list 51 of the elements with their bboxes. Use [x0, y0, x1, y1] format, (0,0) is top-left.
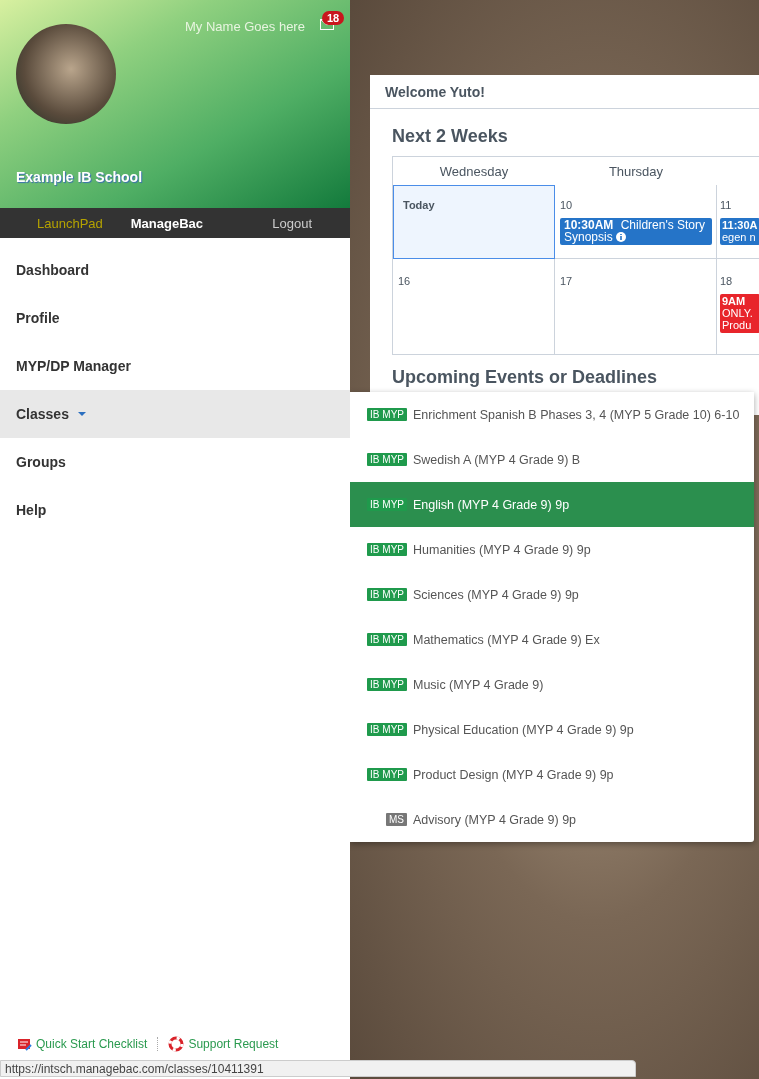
sidebar-item[interactable]: Groups — [0, 438, 350, 486]
nav-link[interactable]: ManageBac — [130, 215, 204, 231]
program-badge: IB MYP — [367, 678, 407, 691]
class-menu-item[interactable]: MS Advisory (MYP 4 Grade 9) 9p — [350, 797, 754, 842]
nav-link[interactable]: LaunchPad — [37, 215, 103, 231]
nav-link[interactable]: Logout — [272, 215, 312, 231]
class-menu-item[interactable]: IB MYP Mathematics (MYP 4 Grade 9) Ex — [350, 617, 754, 662]
info-icon[interactable] — [616, 232, 627, 242]
program-badge: IB MYP — [367, 723, 407, 736]
notification-count: 18 — [322, 11, 345, 25]
class-menu-item[interactable]: IB MYP English (MYP 4 Grade 9) 9p — [350, 482, 754, 527]
calendar-day[interactable]: 18 9AM ONLY. Produ — [717, 259, 759, 355]
lifebuoy-icon — [168, 1036, 185, 1052]
weekday-header: Thursday — [608, 163, 664, 179]
program-badge: IB MYP — [367, 543, 407, 556]
class-menu-item[interactable]: IB MYP Swedish A (MYP 4 Grade 9) B — [350, 437, 754, 482]
calendar-day[interactable]: 10 10:30AM Children's Story Synopsis — [555, 185, 717, 259]
calendar-day[interactable]: 16 — [393, 259, 555, 355]
program-badge: IB MYP — [367, 633, 407, 646]
section-title: Upcoming Events or Deadlines — [392, 368, 658, 386]
program-badge: IB MYP — [367, 768, 407, 781]
sidebar-item[interactable]: Help — [0, 486, 350, 534]
class-menu-item[interactable]: IB MYP Product Design (MYP 4 Grade 9) 9p — [350, 752, 754, 797]
weekday-header: Wednesday — [439, 163, 509, 179]
sidebar-item[interactable]: MYP/DP Manager — [0, 342, 350, 390]
calendar-day[interactable]: 11 11:30A egen n — [717, 185, 759, 259]
class-menu-item[interactable]: IB MYP Enrichment Spanish B Phases 3, 4 (MYP 5 Grade 10) 6-10 — [350, 392, 754, 437]
class-menu-item[interactable]: IB MYP Sciences (MYP 4 Grade 9) 9p — [350, 572, 754, 617]
card-title: Welcome Yuto! — [385, 83, 485, 100]
program-badge: IB MYP — [367, 453, 407, 466]
sidebar-item[interactable]: Profile — [0, 294, 350, 342]
footer-link[interactable]: Quick Start Checklist — [17, 1037, 148, 1051]
class-menu-item[interactable]: IB MYP Physical Education (MYP 4 Grade 9) 9p — [350, 707, 754, 752]
school-name: Example IB School — [16, 169, 143, 185]
section-title: Next 2 Weeks — [392, 126, 509, 147]
calendar-event[interactable]: 9AM ONLY. Produ — [720, 294, 759, 333]
checklist-icon — [17, 1037, 32, 1051]
status-bar-url: https://intsch.managebac.com/classes/10411391 — [0, 1060, 636, 1077]
calendar-day[interactable]: 17 — [555, 259, 717, 355]
calendar-event[interactable]: 10:30AM Children's Story Synopsis — [560, 218, 712, 245]
class-menu-item[interactable]: IB MYP Humanities (MYP 4 Grade 9) 9p — [350, 527, 754, 572]
program-badge: MS — [386, 813, 407, 826]
sidebar-item[interactable]: Dashboard — [0, 246, 350, 294]
calendar-event[interactable]: 11:30A egen n — [720, 218, 759, 245]
program-badge: IB MYP — [367, 408, 407, 421]
program-badge: IB MYP — [367, 588, 407, 601]
sidebar-item[interactable]: Classes — [0, 390, 350, 438]
calendar-day[interactable]: Today — [393, 185, 555, 259]
footer-link[interactable]: Support Request — [168, 1036, 279, 1052]
program-badge: IB MYP — [367, 498, 407, 511]
class-menu-item[interactable]: IB MYP Music (MYP 4 Grade 9) — [350, 662, 754, 707]
